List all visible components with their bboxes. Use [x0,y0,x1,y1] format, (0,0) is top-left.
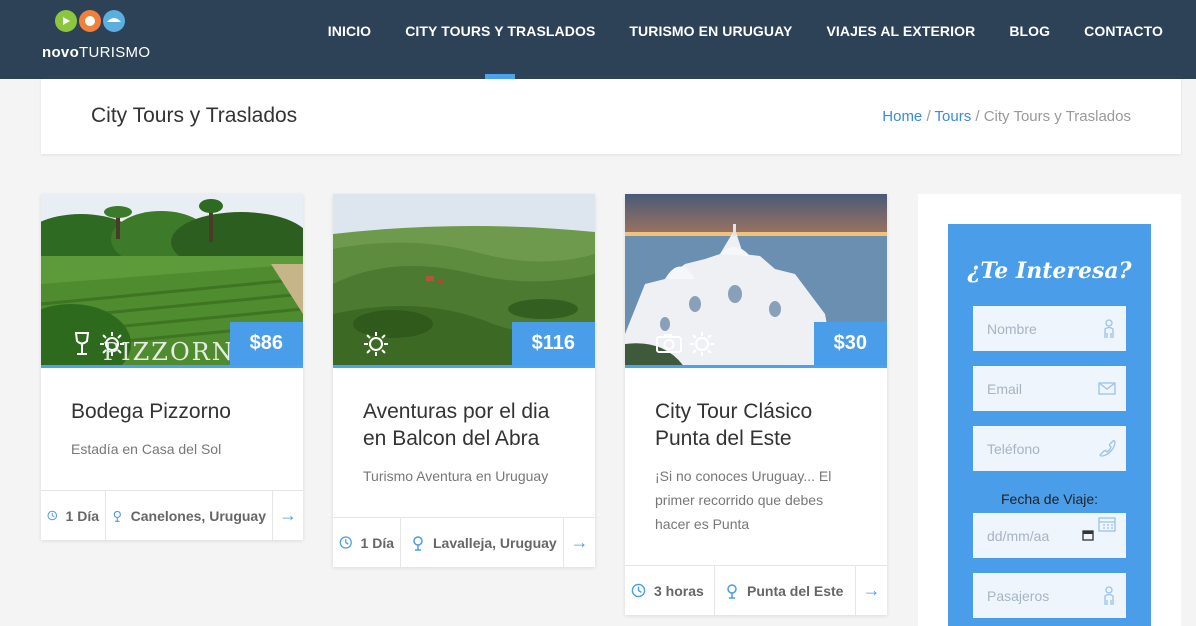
brand-logo[interactable]: novoTURISMO [42,8,152,64]
tour-footer: 1 Día Canelones, Uruguay → [41,490,303,540]
tour-card[interactable]: $116 Aventuras por el dia en Balcon del … [333,194,595,567]
arrow-right-icon[interactable]: → [856,566,887,615]
tour-subtitle: Turismo Aventura en Uruguay [363,468,549,484]
page-title: City Tours y Traslados [91,104,298,127]
form-title: ¿Te Interesa? [967,258,1132,284]
wine-glass-icon [74,332,90,355]
tour-card[interactable]: PIZZORNO $86 Bodega Pizzorno Estadía en … [41,194,303,540]
sun-icon [690,332,714,356]
breadcrumb-separator: / [922,108,935,125]
nav-blog[interactable]: BLOG [992,0,1067,79]
envelope-icon [1098,382,1116,395]
tour-duration: 1 Día [41,491,106,540]
breadcrumb-current: City Tours y Traslados [983,108,1131,125]
date-label: Fecha de Viaje: [1000,491,1099,507]
location-pin-icon [413,535,423,551]
nav-inicio[interactable]: INICIO [311,0,388,79]
page-header: City Tours y Traslados Home / Tours / Ci… [41,79,1181,154]
tour-price: $116 [511,322,595,365]
calendar-icon [1098,517,1116,532]
sun-icon [100,332,124,356]
user-icon [1104,319,1114,338]
logo-bubbles-icon [55,10,125,32]
nav-city-tours[interactable]: CITY TOURS Y TRASLADOS [388,0,612,79]
phone-field[interactable] [973,426,1126,471]
tour-title[interactable]: Aventuras por el dia en Balcon del Abra [363,398,565,452]
name-field[interactable] [973,306,1126,351]
tour-title[interactable]: City Tour Clásico Punta del Este [655,398,857,452]
tour-image[interactable]: $116 [333,194,595,368]
tour-price: $86 [229,322,303,365]
main-nav: INICIO CITY TOURS Y TRASLADOS TURISMO EN… [311,0,1180,79]
nav-viajes-exterior[interactable]: VIAJES AL EXTERIOR [809,0,992,79]
tour-duration: 1 Día [333,518,401,567]
tour-subtitle: Estadía en Casa del Sol [71,441,222,457]
passengers-field[interactable] [973,573,1126,618]
calendar-small-icon [1082,530,1094,541]
date-field[interactable] [973,513,1126,558]
tour-category-icons [363,331,389,357]
tour-category-icons [71,331,125,357]
tour-footer: 3 horas Punta del Este → [625,565,887,615]
tour-price: $30 [813,322,887,365]
top-navbar: novoTURISMO INICIO CITY TOURS Y TRASLADO… [0,0,1196,79]
breadcrumb-separator: / [971,108,984,125]
tour-card[interactable]: $30 City Tour Clásico Punta del Este ¡Si… [625,194,887,615]
tour-image[interactable]: $30 [625,194,887,368]
clock-icon [631,583,646,598]
inquiry-form: ¿Te Interesa? Fecha de Viaje: [948,224,1151,626]
sidebar: ¿Te Interesa? Fecha de Viaje: [918,194,1181,626]
clock-icon [47,510,58,521]
tour-location: Punta del Este [715,566,856,615]
tour-image[interactable]: PIZZORNO $86 [41,194,303,368]
tour-category-icons [655,331,715,357]
tour-footer: 1 Día Lavalleja, Uruguay → [333,517,595,567]
nav-contacto[interactable]: CONTACTO [1067,0,1180,79]
tour-duration: 3 horas [625,566,715,615]
tour-title[interactable]: Bodega Pizzorno [71,398,273,425]
sun-icon [364,332,388,356]
location-pin-icon [113,510,121,522]
clock-icon [339,536,352,549]
arrow-right-icon[interactable]: → [564,518,595,567]
tour-subtitle: ¡Si no conoces Uruguay... El primer reco… [655,468,832,532]
location-pin-icon [727,583,737,599]
camera-icon [656,334,682,353]
arrow-right-icon[interactable]: → [273,491,303,540]
phone-icon [1099,440,1116,457]
nav-turismo-uruguay[interactable]: TURISMO EN URUGUAY [612,0,809,79]
user-icon [1104,586,1114,605]
tour-location: Lavalleja, Uruguay [401,518,564,567]
brand-name: novoTURISMO [42,44,151,61]
breadcrumb: Home / Tours / City Tours y Traslados [882,108,1131,125]
breadcrumb-tours[interactable]: Tours [935,108,972,125]
breadcrumb-home[interactable]: Home [882,108,922,125]
email-field[interactable] [973,366,1126,411]
tour-location: Canelones, Uruguay [106,491,273,540]
